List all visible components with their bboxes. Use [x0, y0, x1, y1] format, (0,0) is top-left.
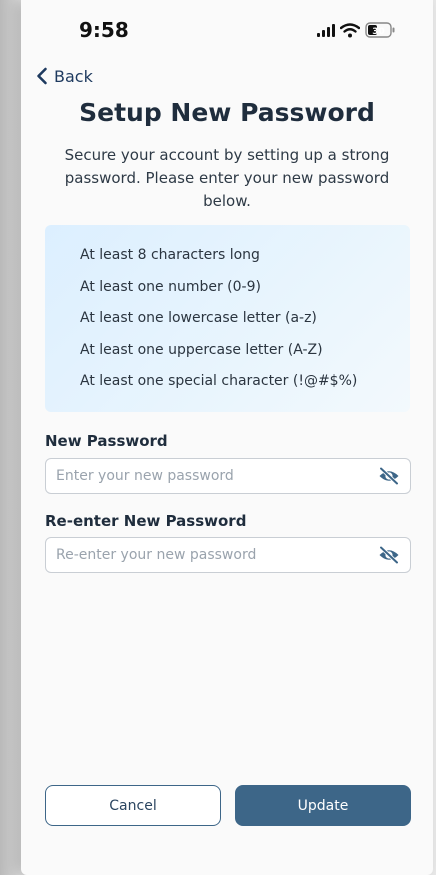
phone-screen: 9:58 30 Back Setup New Password Secure y…: [21, 0, 433, 875]
battery-percent: 30: [372, 27, 385, 37]
back-label: Back: [54, 66, 93, 86]
page-title: Setup New Password: [79, 98, 375, 127]
cellular-signal-icon: [317, 23, 335, 37]
requirement-item: At least 8 characters long: [80, 247, 260, 263]
requirement-item: At least one lowercase letter (a-z): [80, 310, 317, 326]
back-button[interactable]: Back: [36, 64, 93, 88]
status-bar: 9:58 30: [21, 0, 433, 60]
requirement-item: At least one special character (!@#$%): [80, 373, 358, 389]
screenshot-stage: 9:58 30 Back Setup New Password Secure y…: [0, 0, 436, 875]
page-subtitle: Secure your account by setting up a stro…: [64, 146, 390, 210]
new-password-label: New Password: [45, 432, 168, 450]
update-button[interactable]: Update: [235, 785, 411, 826]
password-requirements-panel: At least 8 characters long At least one …: [45, 225, 410, 412]
requirement-item: At least one uppercase letter (A-Z): [80, 341, 323, 358]
status-time: 9:58: [79, 18, 129, 42]
status-icons: 30: [317, 20, 395, 40]
new-password-field: [45, 458, 411, 494]
cancel-button[interactable]: Cancel: [45, 785, 221, 826]
confirm-password-field: [45, 537, 411, 573]
eye-off-icon[interactable]: [378, 546, 400, 564]
confirm-password-label: Re-enter New Password: [45, 512, 247, 530]
chevron-left-icon: [36, 67, 48, 85]
requirement-item: At least one number (0-9): [80, 278, 261, 295]
eye-off-icon[interactable]: [378, 467, 400, 485]
confirm-password-input[interactable]: [56, 538, 356, 572]
wifi-icon: [340, 22, 360, 38]
battery-icon: 30: [365, 22, 395, 38]
new-password-input[interactable]: [56, 459, 356, 493]
